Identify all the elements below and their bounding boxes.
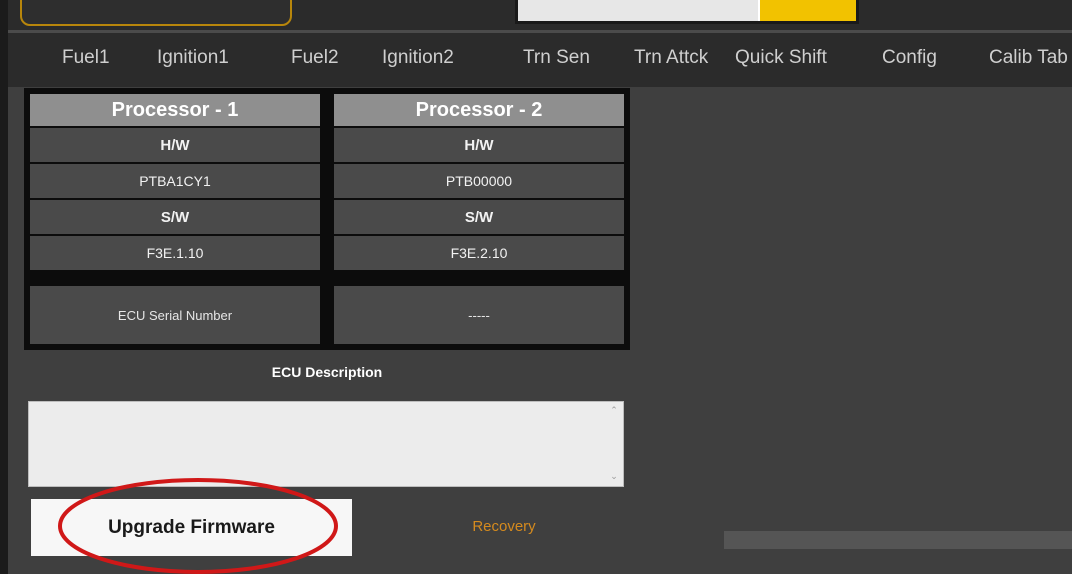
processor-2-column: Processor - 2 H/W PTB00000 S/W F3E.2.10 xyxy=(334,94,624,270)
top-bar xyxy=(8,0,1072,30)
description-scrollbar[interactable]: ⌃ ⌄ xyxy=(607,404,621,484)
recovery-button[interactable]: Recovery xyxy=(444,518,564,538)
tab-calib-tab[interactable]: Calib Tab xyxy=(989,47,1068,69)
tab-quick-shift[interactable]: Quick Shift xyxy=(735,47,827,69)
processor-2-hw-value: PTB00000 xyxy=(334,164,624,198)
processor-2-title: Processor - 2 xyxy=(334,94,624,126)
tab-fuel1[interactable]: Fuel1 xyxy=(62,47,110,69)
processor-info-grid: Processor - 1 H/W PTBA1CY1 S/W F3E.1.10 … xyxy=(24,88,630,350)
processor-2-sw-label: S/W xyxy=(334,200,624,234)
map-selector-label xyxy=(518,0,758,21)
map-selector-dropdown[interactable] xyxy=(760,0,856,21)
processor-1-hw-value: PTBA1CY1 xyxy=(30,164,320,198)
upgrade-firmware-button[interactable]: Upgrade Firmware xyxy=(31,499,352,556)
processor-1-sw-value: F3E.1.10 xyxy=(30,236,320,270)
ecu-description-label: ECU Description xyxy=(271,364,383,380)
ecu-description-textbox[interactable]: ⌃ ⌄ xyxy=(28,401,624,487)
ecu-serial-label: ECU Serial Number xyxy=(30,286,320,344)
ecu-serial-value: ----- xyxy=(334,286,624,344)
processor-1-title: Processor - 1 xyxy=(30,94,320,126)
tab-trn-sen[interactable]: Trn Sen xyxy=(523,47,590,69)
processor-1-hw-label: H/W xyxy=(30,128,320,162)
tab-ignition2[interactable]: Ignition2 xyxy=(382,47,454,69)
processor-2-sw-value: F3E.2.10 xyxy=(334,236,624,270)
scroll-up-icon[interactable]: ⌃ xyxy=(607,404,621,418)
tab-config[interactable]: Config xyxy=(882,47,937,69)
tab-fuel2[interactable]: Fuel2 xyxy=(291,47,339,69)
tab-trn-attck[interactable]: Trn Attck xyxy=(634,47,708,69)
app-window: Fuel1 Ignition1 Fuel2 Ignition2 Trn Sen … xyxy=(0,0,1072,574)
processor-1-sw-label: S/W xyxy=(30,200,320,234)
map-selector[interactable] xyxy=(515,0,859,24)
processor-1-column: Processor - 1 H/W PTBA1CY1 S/W F3E.1.10 xyxy=(30,94,320,270)
tab-menu: Fuel1 Ignition1 Fuel2 Ignition2 Trn Sen … xyxy=(8,30,1072,87)
scroll-down-icon[interactable]: ⌄ xyxy=(607,470,621,484)
brand-badge xyxy=(20,0,292,26)
processor-2-hw-label: H/W xyxy=(334,128,624,162)
window-left-border xyxy=(0,0,8,574)
tab-ignition1[interactable]: Ignition1 xyxy=(157,47,229,69)
progress-bar xyxy=(724,531,1072,549)
